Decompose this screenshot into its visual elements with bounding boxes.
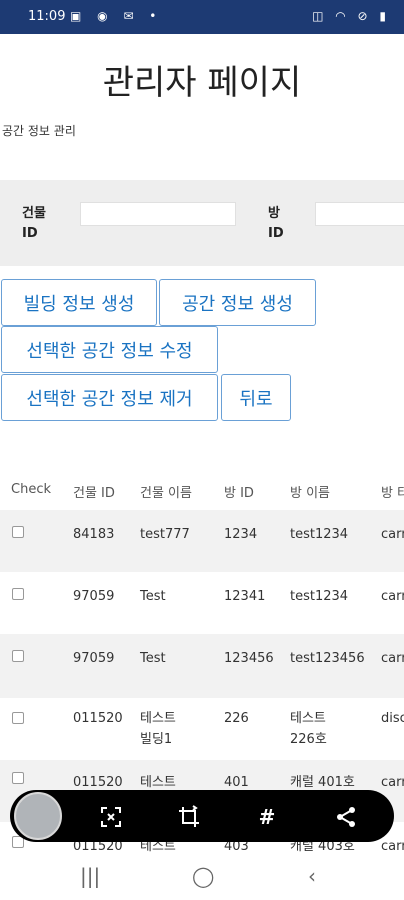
cell-room-type: carr (381, 527, 404, 542)
cell-room-id: 226 (224, 711, 249, 726)
cell-building-name: Test (140, 589, 166, 604)
cell-room-id: 12341 (224, 589, 266, 604)
hashtag-icon[interactable]: # (254, 804, 280, 830)
room-id-label: 방 ID (268, 206, 284, 241)
status-time: 11:09 (28, 9, 66, 24)
header-check: Check (11, 482, 51, 497)
filter-panel: 건물 ID 방 ID (0, 180, 404, 266)
header-room-name: 방 이름 (290, 486, 331, 501)
section-title: 공간 정보 관리 (2, 124, 76, 138)
cell-room-id: 123456 (224, 651, 274, 666)
system-status-icons: ◫ ◠ ⊘ ▮ (312, 9, 390, 23)
row-checkbox[interactable] (12, 712, 24, 724)
cell-room-name: test1234 (290, 527, 349, 542)
system-nav-bar: ||| ◯ ‹ (0, 852, 404, 900)
building-id-input[interactable] (80, 202, 236, 226)
create-space-button[interactable]: 공간 정보 생성 (159, 279, 316, 326)
cell-room-name: test1234 (290, 589, 349, 604)
page-title: 관리자 페이지 (102, 63, 302, 103)
scan-icon[interactable] (98, 804, 124, 830)
status-bar: 11:09 ▣ ◉ ✉ • ◫ ◠ ⊘ ▮ (0, 0, 404, 34)
share-icon[interactable] (333, 804, 359, 830)
table-row: 011520 테스트 빌딩1 226 테스트 226호 disc (0, 698, 404, 760)
cell-building-name: test777 (140, 527, 190, 542)
row-checkbox[interactable] (12, 526, 24, 538)
cell-room-id: 1234 (224, 527, 258, 542)
back-nav-icon[interactable]: ‹ (308, 864, 316, 888)
header-room-type: 방 타 (381, 486, 404, 501)
create-building-button[interactable]: 빌딩 정보 생성 (1, 279, 157, 326)
table-row: 84183 test777 1234 test1234 carr (0, 510, 404, 572)
home-icon[interactable]: ◯ (192, 864, 214, 888)
screenshot-thumbnail[interactable] (14, 792, 62, 840)
delete-space-button[interactable]: 선택한 공간 정보 제거 (1, 374, 218, 421)
crop-rotate-icon[interactable] (176, 804, 202, 830)
cell-room-type: carr (381, 839, 404, 852)
cell-room-type: disc (381, 711, 404, 726)
cell-building-id: 011520 (73, 711, 123, 726)
row-checkbox[interactable] (12, 588, 24, 600)
cell-building-name: 테스트 빌딩1 (140, 711, 176, 747)
edit-space-button[interactable]: 선택한 공간 정보 수정 (1, 326, 218, 373)
header-building-name: 건물 이름 (140, 486, 192, 501)
cell-building-id: 97059 (73, 651, 115, 666)
cell-building-name: Test (140, 651, 166, 666)
table-row: 97059 Test 12341 test1234 carr (0, 572, 404, 634)
room-id-input[interactable] (315, 202, 404, 226)
row-checkbox[interactable] (12, 772, 24, 784)
header-room-id: 방 ID (224, 486, 254, 501)
cell-building-id: 97059 (73, 589, 115, 604)
building-id-label: 건물 ID (22, 206, 46, 241)
recent-apps-icon[interactable]: ||| (80, 864, 100, 888)
cell-room-name: test123456 (290, 651, 365, 666)
table-row: 97059 Test 123456 test123456 carr (0, 634, 404, 698)
cell-building-id: 84183 (73, 527, 115, 542)
cell-room-name: 테스트 226호 (290, 711, 327, 747)
notification-icons: ▣ ◉ ✉ • (70, 9, 163, 23)
cell-room-type: carr (381, 589, 404, 604)
cell-room-type: carr (381, 651, 404, 666)
cell-room-type: carr (381, 775, 404, 790)
back-button[interactable]: 뒤로 (221, 374, 291, 421)
row-checkbox[interactable] (12, 650, 24, 662)
table-header: Check 건물 ID 건물 이름 방 ID 방 이름 방 타 (0, 474, 404, 508)
header-building-id: 건물 ID (73, 486, 115, 501)
